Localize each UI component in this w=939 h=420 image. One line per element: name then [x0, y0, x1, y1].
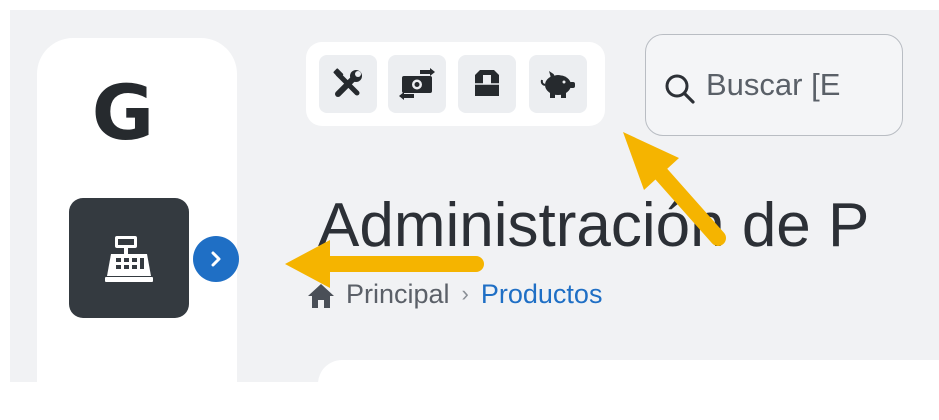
quick-actions-toolbar: [306, 42, 605, 126]
search-box: [645, 34, 903, 136]
tools-icon: [333, 68, 362, 97]
sidebar-item-cash-register[interactable]: [69, 198, 189, 318]
brand-logo[interactable]: G: [69, 68, 175, 158]
breadcrumb-home-link[interactable]: Principal: [346, 279, 450, 310]
search-input[interactable]: [706, 35, 896, 135]
chevron-right-icon: [211, 251, 221, 267]
inventory-button[interactable]: [458, 55, 516, 113]
search-icon[interactable]: [662, 71, 698, 107]
piggy-bank-icon: [540, 71, 575, 98]
box-icon: [475, 70, 499, 96]
content-card: [318, 360, 939, 420]
money-exchange-button[interactable]: [388, 55, 446, 113]
tools-button[interactable]: [319, 55, 377, 113]
breadcrumb-separator: ›: [461, 281, 469, 306]
savings-button[interactable]: [529, 55, 587, 113]
cash-register-icon: [105, 236, 153, 282]
breadcrumb-current-link[interactable]: Productos: [481, 279, 603, 310]
breadcrumb: Principal › Productos: [306, 272, 602, 316]
sidebar-expand-button[interactable]: [193, 236, 239, 282]
money-exchange-icon: [399, 68, 435, 100]
home-icon[interactable]: [306, 282, 336, 310]
page-title: Administración de P: [318, 191, 870, 260]
